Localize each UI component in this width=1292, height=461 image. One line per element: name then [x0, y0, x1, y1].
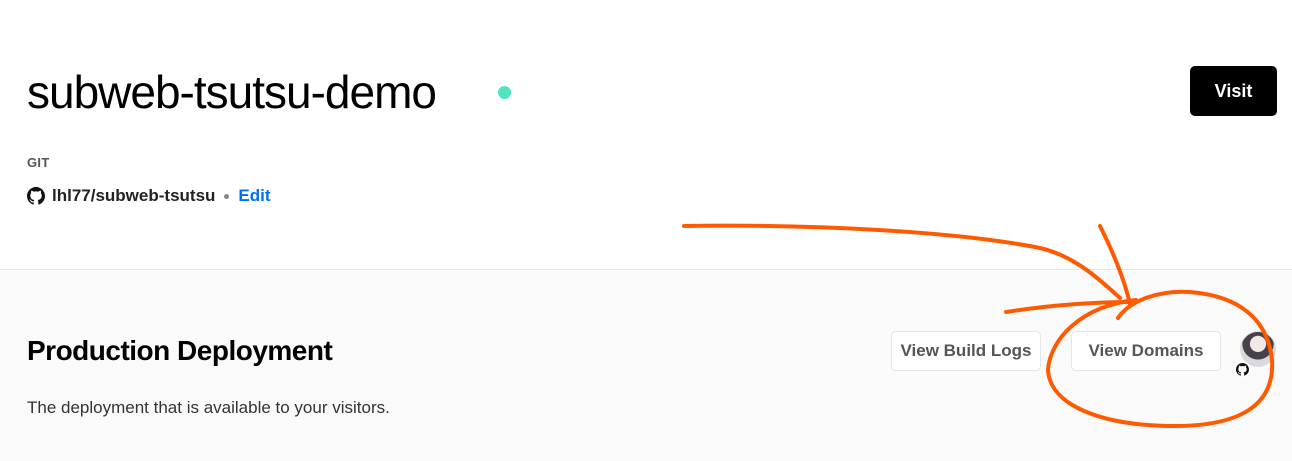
section-description: The deployment that is available to your… — [27, 398, 390, 417]
separator-dot — [224, 193, 230, 199]
avatar-badge — [1234, 361, 1250, 377]
git-section-label: GIT — [27, 155, 50, 170]
view-domains-button[interactable]: View Domains — [1071, 331, 1221, 371]
status-indicator-dot — [498, 86, 511, 99]
git-repo-row: lhl77/subweb-tsutsu Edit — [27, 184, 271, 208]
section-title: Production Deployment — [27, 335, 333, 366]
edit-link[interactable]: Edit — [238, 186, 270, 206]
visit-button[interactable]: Visit — [1190, 66, 1277, 116]
project-title: subweb-tsutsu-demo — [27, 66, 437, 118]
production-deployment-section: Production Deployment The deployment tha… — [0, 271, 1292, 461]
view-build-logs-button[interactable]: View Build Logs — [891, 331, 1041, 371]
repo-link[interactable]: lhl77/subweb-tsutsu — [52, 186, 215, 206]
github-icon — [1235, 362, 1249, 376]
github-icon — [27, 187, 45, 205]
project-header: subweb-tsutsu-demo Visit GIT lhl77/subwe… — [0, 0, 1292, 270]
